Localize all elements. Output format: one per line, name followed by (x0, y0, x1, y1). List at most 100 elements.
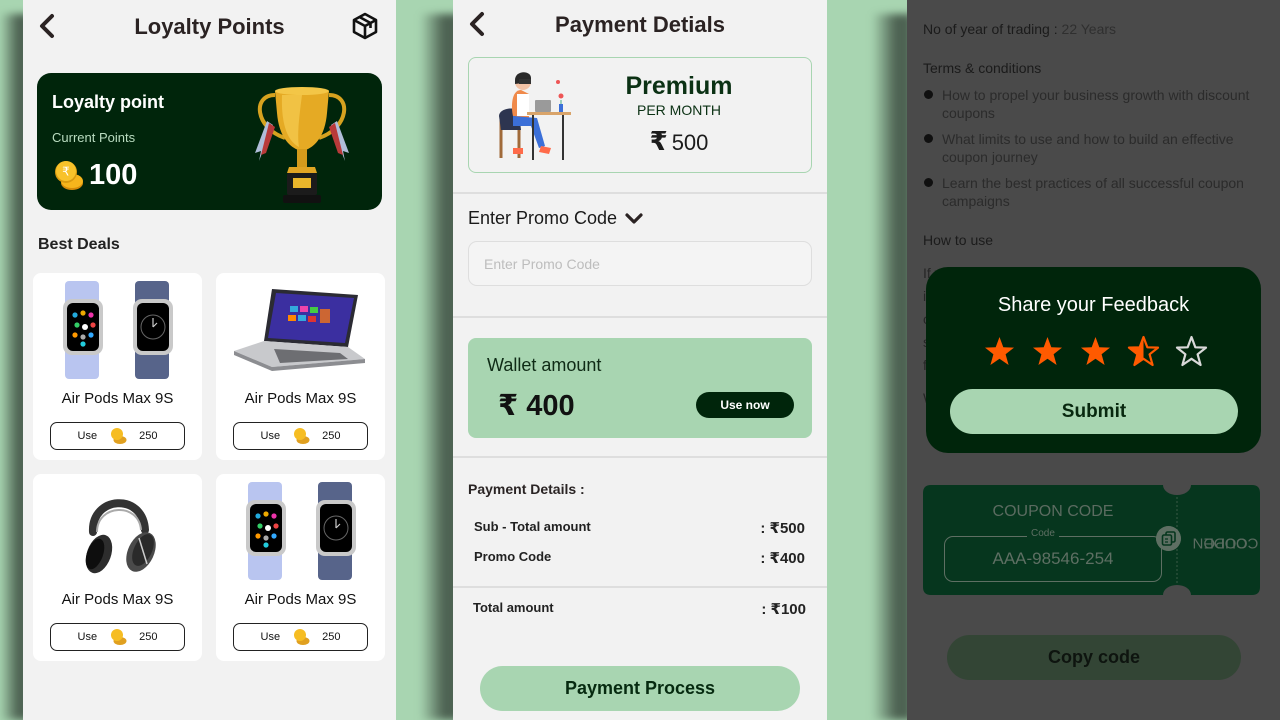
person-at-desk-illustration (499, 72, 571, 160)
divider (453, 192, 827, 194)
divider (453, 586, 827, 588)
header: Loyalty Points (23, 0, 396, 52)
deal-name: Air Pods Max 9S (244, 591, 357, 608)
deal-name: Air Pods Max 9S (61, 390, 174, 407)
subtotal-row: Sub - Total amount : ₹500 (474, 519, 805, 537)
header: Payment Detials (453, 0, 827, 52)
use-points-button[interactable]: Use 250 (50, 623, 185, 651)
divider (453, 316, 827, 318)
subtotal-value: : ₹500 (760, 520, 805, 537)
package-icon[interactable] (350, 11, 380, 41)
wallet-title: Wallet amount (487, 355, 602, 375)
use-points-button[interactable]: Use 250 (233, 422, 368, 450)
copy-icon[interactable] (1156, 526, 1181, 551)
payment-details-screen: Payment Detials Premium PER MONTH ₹500 E… (453, 0, 827, 720)
deal-name: Air Pods Max 9S (244, 390, 357, 407)
star-filled-icon[interactable] (983, 335, 1016, 367)
current-points-label: Current Points (52, 130, 136, 145)
promo-code-label: Enter Promo Code (468, 208, 618, 228)
promo-code-toggle[interactable]: Enter Promo Code (468, 208, 643, 229)
subtotal-label: Sub - Total amount (474, 519, 591, 534)
loyalty-card-title: Loyalty point (52, 92, 164, 112)
side-text: CODE (1203, 534, 1247, 551)
total-row: Total amount : ₹100 (473, 600, 806, 618)
headphones-image (85, 499, 156, 574)
coupon-details-screen: No of year of trading : 22 Years Terms &… (907, 0, 1280, 720)
feedback-modal: Share your Feedback Submit (926, 267, 1261, 453)
coin-icon (111, 428, 127, 444)
trophy-icon (255, 87, 349, 203)
plan-price: ₹500 (619, 126, 739, 157)
laptop-image (234, 289, 365, 371)
plan-name: Premium (625, 72, 733, 100)
deal-cost: 250 (139, 631, 158, 643)
promo-discount-value: : ₹400 (760, 550, 805, 567)
star-rating[interactable] (983, 335, 1208, 367)
use-now-button[interactable]: Use now (696, 392, 794, 418)
use-points-button[interactable]: Use 250 (233, 623, 368, 651)
trading-label: No of year of trading : (923, 21, 1058, 37)
deal-card[interactable]: Air Pods Max 9S Use 250 (216, 273, 385, 460)
terms-item: How to propel your business growth with … (923, 86, 1273, 122)
total-value: : ₹100 (761, 601, 806, 618)
coin-icon (294, 629, 310, 645)
deal-name: Air Pods Max 9S (61, 591, 174, 608)
chevron-down-icon (625, 212, 643, 224)
use-label: Use (77, 430, 98, 442)
smartwatch-image (63, 281, 173, 379)
deal-cost: 250 (322, 631, 341, 643)
coupon-title: COUPON CODE (992, 503, 1114, 520)
best-deals-title: Best Deals (38, 236, 120, 253)
coupon-code-value: AAA-98546-254 (992, 549, 1114, 568)
deal-cost: 250 (322, 430, 341, 442)
total-label: Total amount (473, 600, 554, 615)
deal-card[interactable]: Air Pods Max 9S Use 250 (33, 273, 202, 460)
use-points-button[interactable]: Use 250 (50, 422, 185, 450)
star-empty-icon[interactable] (1175, 335, 1208, 367)
trading-years: No of year of trading : 22 Years (923, 21, 1116, 37)
promo-discount-label: Promo Code (474, 549, 552, 564)
coin-icon (111, 629, 127, 645)
use-label: Use (77, 631, 98, 643)
svg-text:₹: ₹ (62, 165, 70, 179)
rupee-icon: ₹ (649, 126, 668, 156)
plan-card: Premium PER MONTH ₹500 (468, 57, 812, 173)
current-points-value: 100 (89, 159, 138, 191)
how-to-use-title: How to use (923, 232, 994, 248)
plan-period: PER MONTH (637, 102, 721, 118)
coin-icon: ₹ (55, 161, 83, 190)
wallet-amount: ₹ 400 (498, 390, 575, 422)
feedback-title: Share your Feedback (997, 294, 1190, 316)
deal-card[interactable]: Air Pods Max 9S Use 250 (33, 474, 202, 661)
copy-code-button[interactable]: Copy code (947, 635, 1241, 680)
use-label: Use (260, 631, 281, 643)
smartwatch-image (246, 482, 356, 580)
page-title: Loyalty Points (134, 14, 285, 39)
payment-process-button[interactable]: Payment Process (480, 666, 800, 711)
loyalty-points-screen: Loyalty Points Loyalty point Current Poi… (23, 0, 396, 720)
coin-icon (294, 428, 310, 444)
terms-title: Terms & conditions (923, 60, 1042, 76)
deal-card[interactable]: Air Pods Max 9S Use 250 (216, 474, 385, 661)
star-half-icon[interactable] (1127, 335, 1160, 367)
page-title: Payment Detials (555, 12, 725, 37)
panel-shadow (872, 14, 912, 720)
wallet-card: Wallet amount ₹ 400 Use now (468, 338, 812, 438)
terms-item: What limits to use and how to build an e… (923, 130, 1273, 166)
star-filled-icon[interactable] (1031, 335, 1064, 367)
promo-discount-row: Promo Code : ₹400 (474, 549, 805, 567)
star-filled-icon[interactable] (1079, 335, 1112, 367)
loyalty-card: Loyalty point Current Points ₹ 100 (37, 73, 382, 210)
plan-price-value: 500 (671, 130, 709, 155)
terms-item: Learn the best practices of all successf… (923, 174, 1273, 210)
code-label: Code (1027, 528, 1059, 539)
divider (453, 456, 827, 458)
submit-button[interactable]: Submit (950, 389, 1238, 434)
use-label: Use (260, 430, 281, 442)
terms-list: How to propel your business growth with … (923, 86, 1273, 218)
coupon-ticket: COUPON CODE Code AAA-98546-254 COUPON COD… (923, 485, 1260, 595)
coupon-side-label: COUPON CODE (1192, 505, 1258, 580)
deal-cost: 250 (139, 430, 158, 442)
trading-value: 22 Years (1061, 21, 1117, 37)
promo-code-input[interactable] (468, 241, 812, 286)
